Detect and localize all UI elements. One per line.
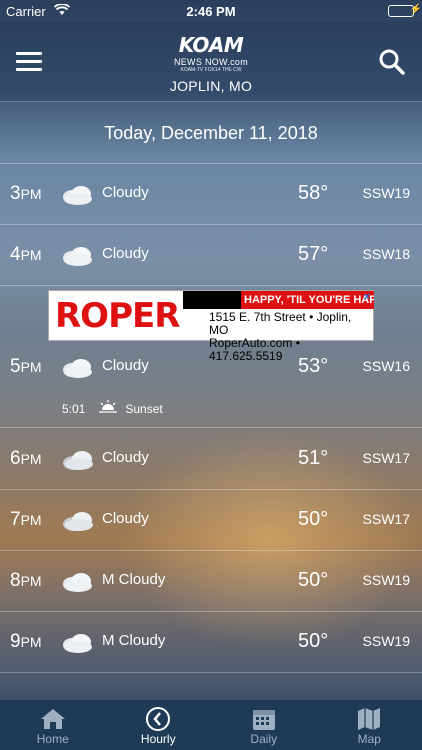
sunset-row: 5:01 Sunset (62, 400, 163, 417)
condition-label: Cloudy (102, 184, 149, 201)
status-bar: Carrier 2:46 PM ⚡ (0, 0, 422, 22)
map-icon (317, 706, 422, 732)
hour-label: 7PM (10, 509, 42, 530)
condition-label: Cloudy (102, 357, 149, 374)
tab-map[interactable]: Map (317, 700, 422, 750)
hour-label: 3PM (10, 183, 42, 204)
brand-name: KOAM (178, 33, 244, 57)
hour-label: 8PM (10, 570, 42, 591)
hourly-row[interactable]: 4PM Cloudy 57° SSW18 (0, 225, 422, 286)
cloud-icon (60, 357, 94, 379)
tab-bar: Home Hourly Daily Map (0, 700, 422, 750)
ad-close-icon[interactable]: ✕ (363, 292, 371, 303)
search-icon[interactable] (378, 48, 406, 76)
hour-label: 6PM (10, 448, 42, 469)
hourly-row[interactable]: 6PM Cloudy 51° SSW17 (0, 429, 422, 490)
temperature-label: 57° (298, 243, 329, 265)
hour-label: 9PM (10, 631, 42, 652)
tab-home-label: Home (36, 732, 69, 746)
condition-label: Cloudy (102, 245, 149, 262)
wind-label: SSW19 (362, 633, 410, 649)
condition-label: Cloudy (102, 510, 149, 527)
clock-icon (106, 706, 212, 732)
ad-address: 1515 E. 7th Street • Joplin, MO (209, 310, 352, 337)
cloud-night-icon (60, 510, 94, 532)
wind-label: SSW18 (362, 246, 410, 262)
hour-label: 4PM (10, 244, 42, 265)
hour-label: 5PM (10, 356, 42, 377)
brand-logo: KOAM NEWS NOW.com KOAM-TV FOX14 THE CW (0, 33, 422, 73)
date-heading: Today, December 11, 2018 (0, 102, 422, 164)
brand-sub2: KOAM-TV FOX14 THE CW (180, 67, 242, 73)
calendar-icon (211, 706, 317, 732)
wind-label: SSW17 (362, 511, 410, 527)
sunset-icon (99, 400, 118, 417)
ad-contact: RoperAuto.com • 417.625.5519 (209, 336, 300, 363)
condition-label: M Cloudy (102, 632, 166, 649)
wind-label: SSW19 (362, 185, 410, 201)
ad-tagline: HAPPY, 'TIL YOU'RE HAPP (241, 291, 374, 309)
cloud-icon (60, 571, 94, 593)
temperature-label: 50° (298, 569, 329, 591)
brand-sub: NEWS NOW.com (173, 57, 249, 67)
condition-label: Cloudy (102, 449, 149, 466)
tab-daily-label: Daily (250, 732, 278, 746)
cloud-icon (60, 184, 94, 206)
temperature-label: 58° (298, 182, 329, 204)
tab-daily[interactable]: Daily (211, 700, 317, 750)
condition-label: M Cloudy (102, 571, 166, 588)
tab-home[interactable]: Home (0, 700, 106, 750)
ad-redaction (183, 291, 241, 309)
sunset-label: Sunset (125, 401, 163, 416)
sunset-time: 5:01 (62, 401, 86, 416)
hourly-row[interactable]: 9PM M Cloudy 50° SSW19 (0, 612, 422, 673)
home-icon (0, 706, 106, 732)
cloud-night-icon (60, 449, 94, 471)
status-time: 2:46 PM (186, 4, 236, 19)
wind-label: SSW19 (362, 572, 410, 588)
battery-icon: ⚡ (388, 4, 422, 17)
temperature-label: 50° (298, 630, 329, 652)
hourly-row[interactable]: 3PM Cloudy 58° SSW19 (0, 164, 422, 225)
tab-hourly[interactable]: Hourly (106, 700, 212, 750)
app-header: KOAM NEWS NOW.com KOAM-TV FOX14 THE CW J… (0, 22, 422, 102)
hourly-row[interactable]: 8PM M Cloudy 50° SSW19 (0, 551, 422, 612)
temperature-label: 51° (298, 447, 329, 469)
ad-brand: ROPER (55, 296, 180, 336)
ad-banner[interactable]: ROPER HAPPY, 'TIL YOU'RE HAPP 1515 E. 7t… (48, 290, 374, 363)
wind-label: SSW17 (362, 450, 410, 466)
cloud-icon (60, 632, 94, 654)
tab-map-label: Map (357, 732, 381, 746)
hourly-row[interactable]: 7PM Cloudy 50° SSW17 (0, 490, 422, 551)
ad-address-block: 1515 E. 7th Street • Joplin, MO RoperAut… (209, 311, 373, 363)
location-label: JOPLIN, MO (169, 78, 253, 94)
cloud-icon (60, 245, 94, 267)
temperature-label: 50° (298, 508, 329, 530)
tab-hourly-label: Hourly (140, 732, 176, 746)
